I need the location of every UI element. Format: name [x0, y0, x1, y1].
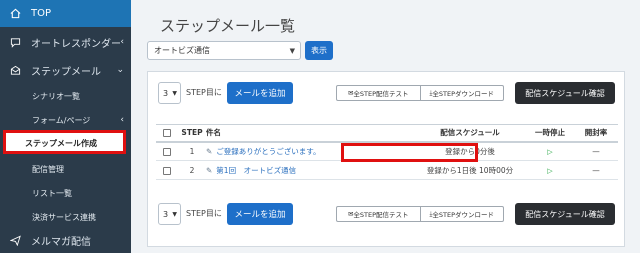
chevron-down-icon: ▼ — [172, 89, 177, 97]
schedule-confirm-button[interactable]: 配信スケジュール確認 — [515, 82, 615, 104]
play-icon[interactable]: ▷ — [547, 167, 552, 175]
bulk-actions-group: ✉ 全STEP配信テスト ⤓ 全STEPダウンロード — [336, 206, 504, 222]
sidebar-subitem-delivery[interactable]: 配信管理 — [0, 156, 131, 182]
row-checkbox-cell — [156, 160, 178, 180]
chevron-down-icon: ▼ — [289, 46, 295, 55]
sidebar-subitem-label: フォーム/ページ — [32, 115, 91, 125]
select-all-checkbox-cell — [156, 124, 178, 143]
home-icon — [9, 8, 21, 20]
sidebar-subitem-payment[interactable]: 決済サービス連携 — [0, 204, 131, 230]
sidebar-subitem-label: 配信管理 — [32, 164, 64, 174]
sidebar: TOP オートレスポンダー ‹ ステップメール ⌄ シナリオ一覧 フォーム/ペー… — [0, 0, 131, 253]
pencil-icon: ✎ — [206, 146, 213, 156]
download-all-button[interactable]: ⤓ 全STEPダウンロード — [421, 207, 504, 221]
highlight-box — [341, 143, 478, 162]
test-all-label: 全STEP配信テスト — [353, 211, 409, 219]
sidebar-item-stepmail[interactable]: ステップメール ⌄ — [0, 56, 131, 84]
show-button[interactable]: 表示 — [305, 41, 333, 60]
row-subject-link[interactable]: ご登録ありがとうございます。 — [216, 147, 320, 156]
test-all-button[interactable]: ✉ 全STEP配信テスト — [337, 207, 421, 221]
send-icon — [9, 235, 21, 247]
chevron-left-icon: ‹ — [120, 37, 124, 47]
col-subject: 件名 — [206, 124, 414, 143]
step-select[interactable]: 3 ▼ — [158, 82, 181, 104]
step-select[interactable]: 3 ▼ — [158, 203, 181, 225]
bottom-controls: 3 ▼ STEP目に メールを追加 ✉ 全STEP配信テスト ⤓ 全STEPダウ… — [148, 203, 626, 227]
scenario-select-value: オートビズ通信 — [154, 46, 210, 55]
page-title: ステップメール一覧 — [160, 17, 296, 35]
row-checkbox[interactable] — [163, 166, 171, 175]
row-step: 2 — [178, 160, 206, 180]
row-pause-cell: ▷ — [526, 160, 574, 180]
sidebar-item-mailmag[interactable]: メルマガ配信 — [0, 228, 131, 253]
row-checkbox[interactable] — [163, 147, 171, 156]
add-mail-button[interactable]: メールを追加 — [227, 203, 293, 225]
download-all-button[interactable]: ⤓ 全STEPダウンロード — [421, 86, 504, 100]
scenario-select[interactable]: オートビズ通信 ▼ — [147, 41, 301, 60]
add-mail-button[interactable]: メールを追加 — [227, 82, 293, 104]
bulk-actions-group: ✉ 全STEP配信テスト ⤓ 全STEPダウンロード — [336, 85, 504, 101]
step-suffix-label: STEP目に — [186, 209, 222, 218]
schedule-confirm-button[interactable]: 配信スケジュール確認 — [515, 203, 615, 225]
chevron-left-icon: ‹ — [120, 115, 124, 125]
col-schedule: 配信スケジュール — [414, 124, 526, 143]
sidebar-item-autoresponder[interactable]: オートレスポンダー ‹ — [0, 28, 131, 56]
row-open-rate: — — [574, 160, 618, 180]
sidebar-item-label: オートレスポンダー — [31, 38, 121, 50]
select-all-checkbox[interactable] — [163, 129, 171, 138]
step-suffix-label: STEP目に — [186, 88, 222, 97]
row-subject-cell: ✎ 第1回 オートビズ通信 — [206, 160, 414, 180]
sidebar-item-label: ステップメール — [31, 66, 101, 78]
row-subject-link[interactable]: 第1回 オートビズ通信 — [216, 166, 296, 175]
mail-icon — [9, 64, 21, 76]
sidebar-subitem-label: ステップメール作成 — [25, 138, 97, 148]
row-checkbox-cell — [156, 141, 178, 161]
app-window: TOP オートレスポンダー ‹ ステップメール ⌄ シナリオ一覧 フォーム/ペー… — [0, 0, 640, 253]
sidebar-subitem-create-stepmail-text: ステップメール作成 — [0, 130, 131, 156]
sidebar-subitem-lists[interactable]: リスト一覧 — [0, 180, 131, 206]
row-schedule: 登録から1日後 10時00分 — [414, 160, 526, 180]
col-open-rate: 開封率 — [574, 124, 618, 143]
col-pause: 一時停止 — [526, 124, 574, 143]
sidebar-item-top[interactable]: TOP — [0, 0, 131, 27]
col-step: STEP — [178, 124, 206, 143]
sidebar-subitem-label: 決済サービス連携 — [32, 212, 96, 222]
main-content: ステップメール一覧 オートビズ通信 ▼ 表示 3 ▼ STEP目に メールを追加… — [131, 0, 640, 253]
chat-icon — [9, 36, 21, 48]
pencil-icon: ✎ — [206, 165, 213, 175]
row-pause-cell: ▷ — [526, 141, 574, 161]
download-all-label: 全STEPダウンロード — [432, 211, 494, 219]
play-icon[interactable]: ▷ — [547, 148, 552, 156]
test-all-label: 全STEP配信テスト — [353, 90, 409, 98]
sidebar-subitem-label: シナリオ一覧 — [32, 91, 80, 101]
step-select-value: 3 — [163, 209, 169, 219]
sidebar-subitem-scenario-list[interactable]: シナリオ一覧 — [0, 83, 131, 109]
download-all-label: 全STEPダウンロード — [432, 90, 494, 98]
test-all-button[interactable]: ✉ 全STEP配信テスト — [337, 86, 421, 100]
chevron-down-icon: ▼ — [172, 210, 177, 218]
sidebar-item-label: TOP — [31, 8, 52, 19]
row-open-rate: — — [574, 141, 618, 161]
table-header-row: STEP 件名 配信スケジュール 一時停止 開封率 — [156, 124, 618, 143]
row-step: 1 — [178, 141, 206, 161]
sidebar-item-label: メルマガ配信 — [31, 237, 91, 248]
table-row: 2 ✎ 第1回 オートビズ通信 登録から1日後 10時00分 ▷ — — [156, 160, 618, 180]
sidebar-subitem-label: リスト一覧 — [32, 188, 72, 198]
step-select-value: 3 — [163, 88, 169, 98]
chevron-down-icon: ⌄ — [116, 65, 124, 75]
top-controls: 3 ▼ STEP目に メールを追加 ✉ 全STEP配信テスト ⤓ 全STEPダウ… — [148, 82, 626, 106]
